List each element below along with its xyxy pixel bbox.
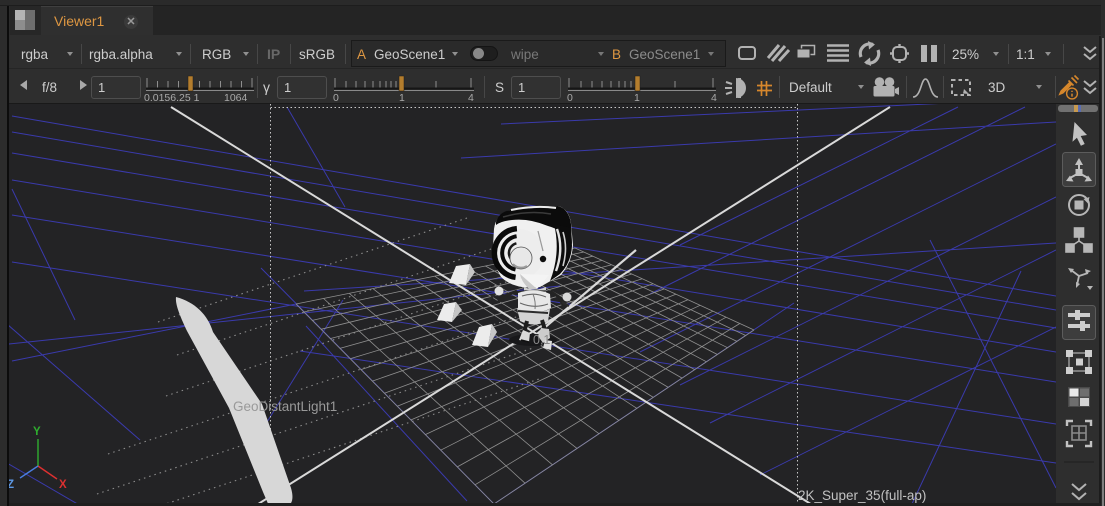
svg-text:X: X xyxy=(59,479,67,491)
svg-text:0: 0 xyxy=(567,92,573,102)
svg-text:1064: 1064 xyxy=(224,92,248,102)
svg-text:4: 4 xyxy=(468,92,474,102)
svg-text:2K_Super_35(full-ap): 2K_Super_35(full-ap) xyxy=(798,488,926,503)
svg-text:Y: Y xyxy=(33,426,41,438)
svg-text:0.0156.25 1: 0.0156.25 1 xyxy=(144,92,200,102)
svg-text:Z: Z xyxy=(9,479,14,491)
svg-text:GeoDistantLight1: GeoDistantLight1 xyxy=(233,399,337,414)
svg-text:4: 4 xyxy=(711,92,717,102)
svg-text:0: 0 xyxy=(333,92,339,102)
svg-text:1: 1 xyxy=(399,92,405,102)
svg-text:1: 1 xyxy=(634,92,640,102)
svg-text:0,1: 0,1 xyxy=(533,333,550,347)
